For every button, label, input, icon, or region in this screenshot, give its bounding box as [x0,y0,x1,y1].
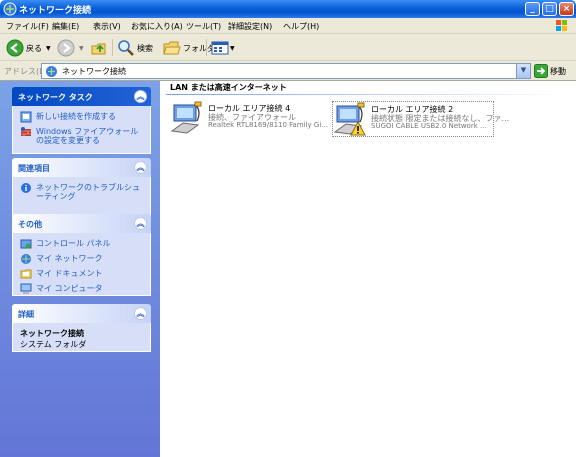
related-topics-panel: 関連項目 ︽ ネットワークのトラブルシューティング [12,158,151,220]
lan-connection-icon [170,101,202,134]
collapse-icon[interactable]: ︽ [134,161,147,174]
group-header: LAN または高速インターネット [170,83,287,92]
other-places-body: コントロール パネル マイ ネットワーク マイ ドキュメント マイ コンピュータ [12,233,151,296]
search-label: 検索 [137,43,153,53]
forward-arrow-icon [57,39,75,57]
related-topics-header[interactable]: 関連項目 ︽ [12,158,151,177]
menu-file[interactable]: ファイル(F) [6,21,49,32]
menu-help[interactable]: ヘルプ(H) [283,21,319,32]
views-button[interactable]: ▼ [211,38,235,58]
views-icon [211,41,229,55]
back-button[interactable]: 戻る ▼ [6,38,51,58]
collapse-icon[interactable]: ︽ [134,90,147,103]
details-item-type: システム フォルダ [20,340,87,349]
maximize-button[interactable]: □ [542,2,557,16]
my-documents-icon [20,269,32,279]
address-field[interactable]: ネットワーク接続 ▼ [41,63,531,79]
network-tasks-body: 新しい接続を作成する Windows ファイアウォールの設定を変更する [12,106,151,154]
connection-item-selected[interactable]: ローカル エリア接続 2 接続状態 限定または接続なし、ファ... SUGOI … [332,101,509,137]
details-item-name: ネットワーク接続 [20,329,84,338]
my-network-link[interactable]: マイ ネットワーク [20,253,144,265]
windows-logo-icon [556,20,567,31]
panel-title: その他 [18,220,42,229]
title-bar[interactable]: ネットワーク接続 _ □ × [0,0,576,18]
up-folder-button[interactable] [90,38,108,58]
network-tasks-header[interactable]: ネットワーク タスク ︽ [12,87,151,106]
control-panel-icon [20,239,32,249]
my-computer-label: マイ コンピュータ [36,284,103,293]
back-label: 戻る [26,43,42,53]
back-arrow-icon [6,39,24,57]
details-panel: 詳細 ︽ ネットワーク接続 システム フォルダ [12,304,151,352]
content-area: LAN または高速インターネット ローカル エリア接続 4 接続、ファイアウォー… [160,81,576,457]
create-connection-link[interactable]: 新しい接続を作成する [20,111,144,123]
menu-edit[interactable]: 編集(E) [52,21,79,32]
menu-view[interactable]: 表示(V) [93,21,121,32]
firewall-settings-label: Windows ファイアウォールの設定を変更する [36,127,139,145]
forward-dropdown-icon[interactable]: ▼ [79,45,84,52]
network-connections-icon [3,2,17,16]
my-network-icon [21,254,31,264]
forward-button[interactable]: ▼ [57,38,84,58]
control-panel-link[interactable]: コントロール パネル [20,238,144,250]
connection-item[interactable]: ローカル エリア接続 4 接続、ファイアウォール Realtek RTL8169… [170,101,330,137]
panel-title: 詳細 [18,310,34,319]
lan-connection-warning-icon [333,102,366,136]
troubleshooting-label: ネットワークのトラブルシューティング [36,183,140,201]
address-text: ネットワーク接続 [62,67,126,76]
collapse-icon[interactable]: ︽ [134,217,147,230]
control-panel-label: コントロール パネル [36,239,111,248]
close-button[interactable]: × [559,2,574,16]
window-title: ネットワーク接続 [19,6,92,16]
network-connections-icon [46,66,57,77]
my-computer-icon [20,283,32,294]
other-places-panel: その他 ︽ コントロール パネル マイ ネットワーク マイ ドキュメント マイ … [12,214,151,296]
group-divider [166,94,568,95]
go-arrow-icon [534,64,548,78]
toolbar-separator [112,39,113,56]
my-documents-label: マイ ドキュメント [36,269,103,278]
my-documents-link[interactable]: マイ ドキュメント [20,268,144,280]
menu-favorites[interactable]: お気に入り(A) [131,21,183,32]
go-label: 移動 [550,66,566,76]
search-button[interactable]: 検索 [117,38,153,58]
panel-title: ネットワーク タスク [18,93,93,102]
collapse-icon[interactable]: ︽ [134,307,147,320]
address-bar: アドレス(D) ネットワーク接続 ▼ 移動 [0,61,576,81]
details-header[interactable]: 詳細 ︽ [12,304,151,323]
views-dropdown-icon[interactable]: ▼ [230,45,235,52]
troubleshooting-link[interactable]: ネットワークのトラブルシューティング [20,182,144,201]
search-icon [118,40,134,56]
go-button[interactable]: 移動 [534,64,566,78]
firewall-icon [21,127,31,136]
network-tasks-panel: ネットワーク タスク ︽ 新しい接続を作成する Windows ファイアウォール… [12,87,151,154]
details-body: ネットワーク接続 システム フォルダ [12,323,151,352]
toolbar: 戻る ▼ ▼ 検索 フォルダ ▼ [0,34,576,61]
back-dropdown-icon[interactable]: ▼ [46,45,51,52]
menu-advanced[interactable]: 詳細設定(N) [228,21,272,32]
menu-tools[interactable]: ツール(T) [186,21,221,32]
new-connection-icon [20,111,32,123]
folders-icon [163,41,181,55]
my-computer-link[interactable]: マイ コンピュータ [20,283,144,295]
create-connection-label: 新しい接続を作成する [36,112,116,121]
folders-button[interactable]: フォルダ [163,38,215,58]
connection-device: SUGOI CABLE USB2.0 Network ... [371,122,487,130]
menu-bar: ファイル(F) 編集(E) 表示(V) お気に入り(A) ツール(T) 詳細設定… [0,18,576,34]
toolbar-separator [206,39,207,56]
info-icon [21,183,31,193]
other-places-header[interactable]: その他 ︽ [12,214,151,233]
task-pane: ネットワーク タスク ︽ 新しい接続を作成する Windows ファイアウォール… [0,81,160,457]
connection-device: Realtek RTL8169/8110 Family Gi... [208,121,328,129]
minimize-button[interactable]: _ [525,2,540,16]
firewall-settings-link[interactable]: Windows ファイアウォールの設定を変更する [20,126,144,145]
panel-title: 関連項目 [18,164,50,173]
my-network-label: マイ ネットワーク [36,254,103,263]
address-dropdown-icon[interactable]: ▼ [516,64,530,78]
up-folder-icon [91,43,106,55]
